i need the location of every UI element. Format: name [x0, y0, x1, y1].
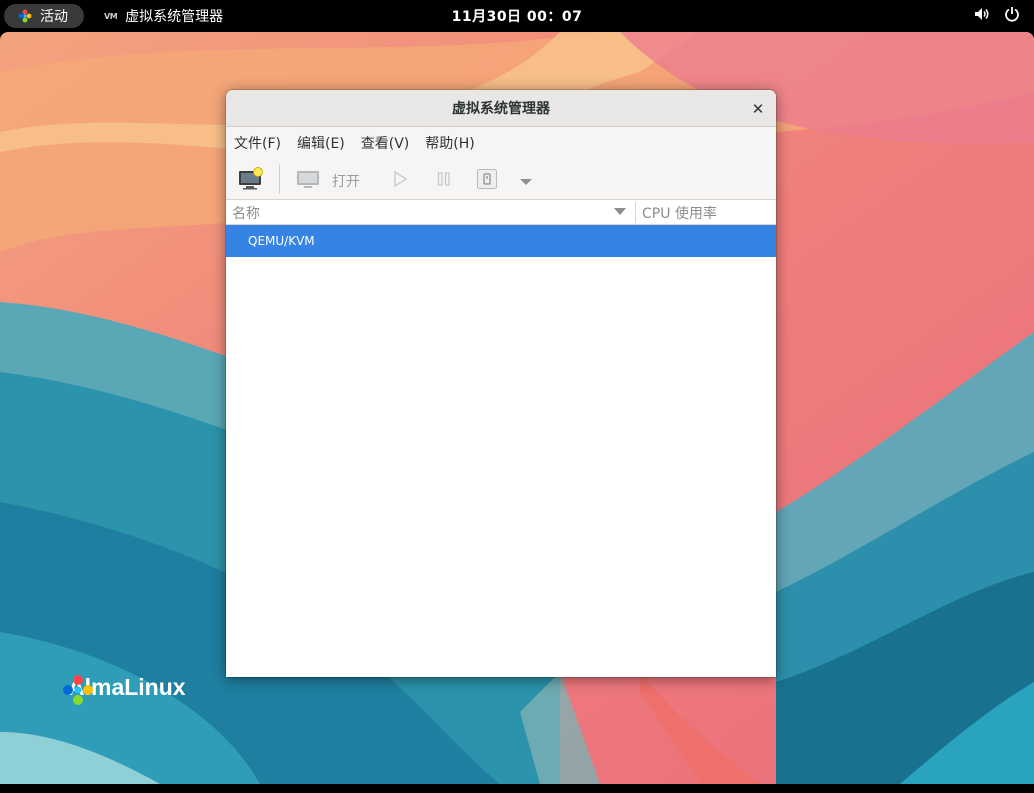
close-icon: ✕ — [751, 100, 765, 118]
connection-name: QEMU/KVM — [248, 234, 315, 248]
run-button[interactable] — [392, 170, 408, 192]
menu-view[interactable]: 查看(V) — [361, 133, 410, 153]
window-title: 虚拟系统管理器 — [452, 101, 550, 117]
column-cpu[interactable]: CPU 使用率 — [642, 203, 717, 223]
menu-help[interactable]: 帮助(H) — [425, 133, 474, 153]
almalinux-logo-icon — [18, 9, 32, 23]
new-vm-icon — [238, 167, 264, 195]
new-vm-button[interactable] — [238, 167, 264, 195]
top-bar: 活动 VM 虚拟系统管理器 11月30日 00：07 — [0, 0, 1034, 32]
shutdown-icon — [476, 168, 498, 194]
run-icon — [392, 170, 408, 192]
shutdown-menu-button[interactable] — [519, 175, 533, 191]
menu-file[interactable]: 文件(F) — [234, 133, 281, 153]
chevron-down-icon — [519, 175, 533, 191]
column-name[interactable]: 名称 — [232, 203, 260, 223]
app-icon: VM — [104, 11, 118, 21]
close-button[interactable]: ✕ — [748, 99, 768, 119]
power-icon[interactable] — [1004, 6, 1020, 26]
shutdown-button[interactable] — [476, 168, 498, 194]
activities-label: 活动 — [40, 9, 68, 25]
app-menu[interactable]: VM 虚拟系统管理器 — [104, 0, 223, 32]
sort-caret-icon[interactable] — [614, 208, 626, 215]
clock[interactable]: 11月30日 00：07 — [452, 6, 583, 26]
toolbar: 打开 — [226, 158, 776, 200]
pause-icon — [436, 170, 452, 192]
connection-row[interactable]: QEMU/KVM — [226, 225, 776, 257]
toolbar-separator — [279, 164, 280, 194]
virt-manager-window: 虚拟系统管理器 ✕ 文件(F) 编辑(E) 查看(V) 帮助(H) 打开 名称 … — [226, 90, 776, 677]
almalinux-brand: AlmaLinux — [62, 674, 186, 705]
open-label: 打开 — [332, 174, 360, 190]
activities-button[interactable]: 活动 — [4, 4, 84, 28]
menu-bar: 文件(F) 编辑(E) 查看(V) 帮助(H) — [226, 127, 776, 158]
column-divider[interactable] — [635, 202, 636, 223]
window-titlebar[interactable]: 虚拟系统管理器 ✕ — [226, 90, 776, 127]
menu-edit[interactable]: 编辑(E) — [297, 133, 345, 153]
app-menu-label: 虚拟系统管理器 — [125, 9, 224, 25]
bottom-edge — [0, 784, 1034, 793]
pause-button[interactable] — [436, 170, 452, 192]
volume-icon[interactable] — [974, 6, 990, 26]
console-icon — [296, 167, 320, 195]
system-menu[interactable] — [974, 0, 1020, 32]
column-header: 名称 CPU 使用率 — [226, 200, 776, 225]
open-button[interactable]: 打开 — [296, 167, 360, 195]
